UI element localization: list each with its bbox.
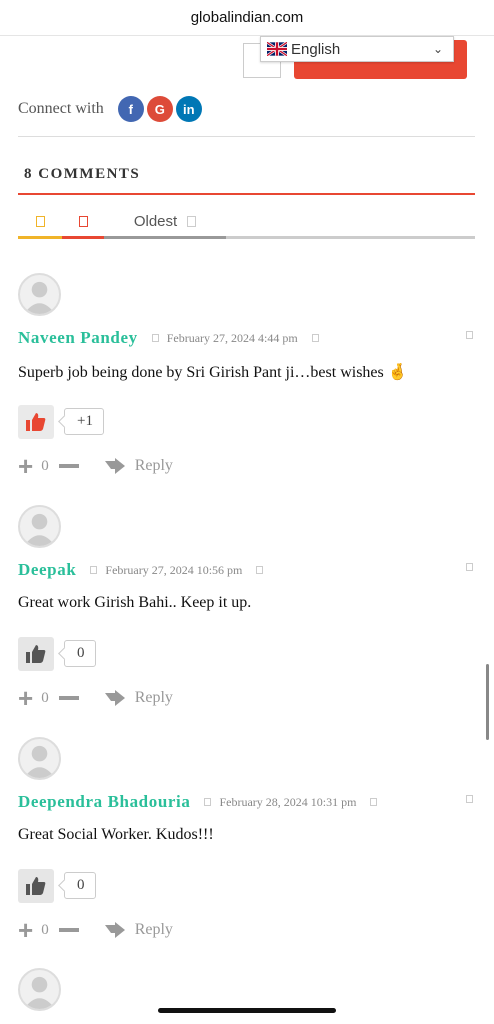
avatar xyxy=(18,968,61,1011)
comment-author[interactable]: Deependra Bhadouria xyxy=(18,792,190,812)
tab-newest-indicator xyxy=(18,236,62,239)
divider xyxy=(18,136,475,137)
facebook-icon[interactable]: f xyxy=(117,96,144,122)
vote-row: + 0 Reply xyxy=(18,453,173,479)
comment-text: Superb job being done by Sri Girish Pant… xyxy=(18,362,408,382)
scrollbar[interactable] xyxy=(486,664,489,740)
downvote-icon[interactable] xyxy=(58,696,79,700)
avatar xyxy=(18,505,61,548)
comment-item: Deependra Bhadouria February 28, 2024 10… xyxy=(18,737,475,947)
downvote-icon[interactable] xyxy=(58,464,79,468)
tab-oldest[interactable]: Oldest xyxy=(104,203,226,239)
tab-popular[interactable] xyxy=(62,203,104,239)
comment-author[interactable]: Naveen Pandey xyxy=(18,328,138,348)
thumbs-up-icon xyxy=(26,413,46,431)
reply-link[interactable]: Reply xyxy=(135,457,173,475)
language-select[interactable]: English ⌄ xyxy=(260,36,454,62)
comment-text: Great Social Worker. Kudos!!! xyxy=(18,826,214,843)
upvote-icon[interactable]: + xyxy=(18,453,33,479)
browser-url-bar[interactable]: globalindian.com xyxy=(0,0,494,36)
tab-oldest-indicator xyxy=(104,236,226,239)
tabs-baseline xyxy=(226,236,475,239)
language-label: English xyxy=(291,40,341,58)
comment-meta: Deepak February 27, 2024 10:56 pm xyxy=(18,560,271,580)
thumbs-up-icon xyxy=(26,877,46,895)
comment-date[interactable]: February 28, 2024 10:31 pm xyxy=(219,795,356,810)
comments-header-underline xyxy=(18,193,475,195)
clock-icon xyxy=(90,566,98,574)
comment-menu-icon[interactable] xyxy=(466,563,473,571)
clock-icon xyxy=(204,798,212,806)
link-icon[interactable] xyxy=(256,566,264,574)
like-count: +1 xyxy=(64,408,104,435)
comment-text-content: Superb job being done by Sri Girish Pant… xyxy=(18,364,384,381)
comment-meta: Naveen Pandey February 27, 2024 4:44 pm xyxy=(18,328,327,348)
downvote-icon[interactable] xyxy=(58,928,79,932)
url-text: globalindian.com xyxy=(190,9,304,26)
comment-sort-tabs: Oldest xyxy=(18,203,475,239)
comment-text: Great work Girish Bahi.. Keep it up. xyxy=(18,594,252,611)
comment-author[interactable]: Deepak xyxy=(18,560,76,580)
uk-flag-icon xyxy=(267,42,287,56)
comment-date[interactable]: February 27, 2024 4:44 pm xyxy=(167,331,298,346)
connect-with-label: Connect with xyxy=(18,100,104,117)
avatar xyxy=(18,737,61,780)
home-indicator[interactable] xyxy=(158,1008,336,1013)
comment-menu-icon[interactable] xyxy=(466,795,473,803)
fingers-crossed-emoji: 🤞 xyxy=(387,364,408,381)
reply-link[interactable]: Reply xyxy=(135,921,173,939)
reply-icon[interactable] xyxy=(104,922,127,938)
connect-with-row: Connect with f G in xyxy=(18,96,202,122)
tab-newest[interactable] xyxy=(18,203,62,239)
tab-oldest-label: Oldest xyxy=(133,212,178,230)
vote-row: + 0 Reply xyxy=(18,917,173,943)
reply-link[interactable]: Reply xyxy=(135,689,173,707)
like-count: 0 xyxy=(64,640,96,667)
vote-count: 0 xyxy=(41,457,49,474)
avatar xyxy=(18,273,61,316)
vote-count: 0 xyxy=(41,689,49,706)
link-icon[interactable] xyxy=(311,334,319,342)
like-button[interactable] xyxy=(18,637,54,671)
comment-item: Deepak February 27, 2024 10:56 pm Great … xyxy=(18,505,475,715)
reply-icon[interactable] xyxy=(104,690,127,706)
comment-meta: Deependra Bhadouria February 28, 2024 10… xyxy=(18,792,385,812)
like-button[interactable] xyxy=(18,869,54,903)
tab-popular-indicator xyxy=(62,236,104,239)
like-button[interactable] xyxy=(18,405,54,439)
popular-icon xyxy=(78,215,88,227)
link-icon[interactable] xyxy=(370,798,378,806)
clock-icon xyxy=(151,334,159,342)
google-icon[interactable]: G xyxy=(146,96,173,122)
newest-icon xyxy=(35,215,45,227)
comments-count-title: 8 COMMENTS xyxy=(24,166,141,182)
thumbs-up-icon xyxy=(26,645,46,663)
linkedin-icon[interactable]: in xyxy=(175,96,202,122)
comment-date[interactable]: February 27, 2024 10:56 pm xyxy=(105,563,242,578)
vote-row: + 0 Reply xyxy=(18,685,173,711)
upvote-icon[interactable]: + xyxy=(18,685,33,711)
upvote-icon[interactable]: + xyxy=(18,917,33,943)
chevron-down-icon: ⌄ xyxy=(432,42,443,56)
oldest-icon xyxy=(187,215,197,227)
comment-item: Naveen Pandey February 27, 2024 4:44 pm … xyxy=(18,273,475,483)
reply-icon[interactable] xyxy=(104,458,127,474)
like-count: 0 xyxy=(64,872,96,899)
vote-count: 0 xyxy=(41,921,49,938)
comment-menu-icon[interactable] xyxy=(466,331,473,339)
